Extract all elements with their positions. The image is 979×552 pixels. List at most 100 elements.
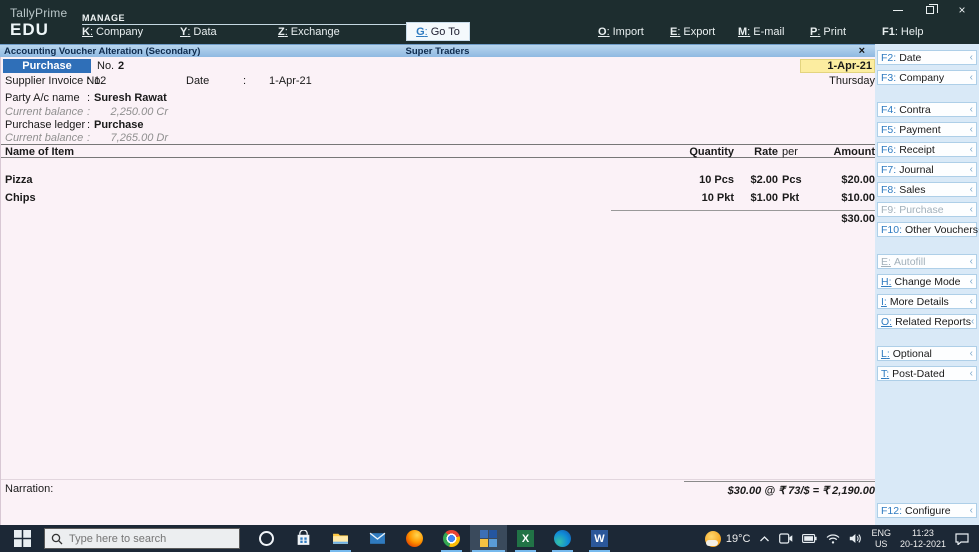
action-center-icon[interactable] (955, 532, 969, 545)
menu-item-export[interactable]: EExport (670, 26, 715, 38)
sidebar-button-f5-payment[interactable]: F5Payment‹ (877, 122, 977, 137)
chevron-left-icon: ‹ (969, 348, 973, 359)
menu-item-print[interactable]: PPrint (810, 26, 846, 38)
top-menu-bar: TallyPrime EDU MANAGE KCompany YData ZEx… (0, 0, 979, 44)
windows-taskbar: X W 19°C ENG US 11:23 20-12-2021 (0, 525, 979, 552)
voucher-type-button[interactable]: Purchase (3, 59, 91, 73)
sidebar-button-f7-journal[interactable]: F7Journal‹ (877, 162, 977, 177)
chevron-left-icon: ‹ (970, 316, 975, 327)
column-per: per (782, 146, 798, 158)
language-indicator[interactable]: ENG US (871, 528, 891, 549)
sidebar-button-optional[interactable]: LOptional‹ (877, 346, 977, 361)
menu-item-exchange[interactable]: ZExchange (278, 26, 340, 38)
store-icon (297, 530, 310, 545)
item-row[interactable]: Pizza 10 Pcs $2.00 Pcs $20.00 (1, 174, 876, 188)
file-explorer-button[interactable] (322, 525, 359, 552)
file-explorer-icon (333, 533, 348, 544)
item-row[interactable]: Chips 10 Pkt $1.00 Pkt $10.00 (1, 192, 876, 206)
search-input[interactable] (69, 532, 219, 545)
search-box[interactable] (44, 528, 240, 549)
restore-button[interactable] (921, 3, 939, 17)
chevron-left-icon: ‹ (969, 204, 973, 215)
battery-icon[interactable] (802, 534, 818, 543)
meet-now-icon[interactable] (779, 533, 793, 544)
sidebar-button-f4-contra[interactable]: F4Contra‹ (877, 102, 977, 117)
minimize-button[interactable] (889, 3, 907, 17)
word-button[interactable]: W (581, 525, 618, 552)
voucher-date-field[interactable]: 1-Apr-21 (800, 59, 875, 73)
purchase-ledger-value[interactable]: Purchase (94, 119, 144, 131)
chevron-left-icon: ‹ (969, 124, 973, 135)
menu-item-help[interactable]: F1Help (882, 26, 924, 38)
menu-item-company[interactable]: KCompany (82, 26, 143, 38)
menu-item-email[interactable]: ME-mail (738, 26, 784, 38)
menu-item-data[interactable]: YData (180, 26, 217, 38)
date-label: Date (186, 75, 210, 87)
item-per: Pkt (782, 192, 800, 204)
column-quantity: Quantity (689, 146, 734, 158)
store-button[interactable] (285, 525, 322, 552)
restore-icon (926, 4, 938, 14)
voucher-no-value[interactable]: 2 (118, 60, 124, 72)
item-quantity: 10 Pcs (699, 174, 734, 186)
chevron-left-icon: ‹ (969, 164, 973, 175)
sidebar-button-f10-other-vouchers[interactable]: F10Other Vouchers‹ (877, 222, 979, 237)
menu-item-import[interactable]: OImport (598, 26, 644, 38)
tally-button[interactable] (470, 525, 507, 552)
firefox-button[interactable] (396, 525, 433, 552)
item-rate: $1.00 (750, 192, 778, 204)
edge-button[interactable] (544, 525, 581, 552)
voucher-form: Purchase No. 2 1-Apr-21 Thursday Supplie… (0, 57, 876, 525)
ledger-balance-label: Current balance (5, 132, 84, 144)
hidden-icons-chevron-icon[interactable] (759, 535, 770, 543)
voucher-day: Thursday (829, 75, 875, 87)
sidebar-button-related-reports[interactable]: ORelated Reports‹ (877, 314, 977, 329)
mail-button[interactable] (359, 525, 396, 552)
cortana-button[interactable] (248, 525, 285, 552)
ledger-balance-value: 7,265.00 Dr (110, 132, 168, 144)
wifi-icon[interactable] (826, 533, 840, 544)
sidebar-button-f6-receipt[interactable]: F6Receipt‹ (877, 142, 977, 157)
party-account-value[interactable]: Suresh Rawat (94, 92, 167, 104)
chrome-button[interactable] (433, 525, 470, 552)
sidebar-button-f12-configure[interactable]: F12Configure‹ (877, 503, 977, 518)
item-table-header: Name of Item Quantity Rate per Amount (1, 144, 876, 158)
close-button[interactable]: × (953, 3, 971, 17)
date-value: 1-Apr-21 (269, 75, 312, 87)
system-tray: 19°C ENG US 11:23 20-12-2021 (704, 528, 979, 549)
menu-row: KCompany YData ZExchange GGo To OImport … (0, 22, 979, 42)
weather-icon (704, 530, 721, 547)
windows-start-icon (13, 530, 31, 547)
sidebar-button-autofill: EAutofill‹ (877, 254, 977, 269)
sidebar-button-post-dated[interactable]: TPost-Dated‹ (877, 366, 977, 381)
temperature: 19°C (725, 532, 751, 545)
excel-button[interactable]: X (507, 525, 544, 552)
colon (87, 119, 90, 131)
chevron-left-icon: ‹ (969, 184, 973, 195)
clock-time: 11:23 (912, 528, 934, 539)
narration-label[interactable]: Narration: (5, 483, 53, 495)
tally-icon (480, 530, 497, 547)
item-name: Chips (5, 192, 36, 204)
chevron-left-icon: ‹ (969, 368, 973, 379)
volume-icon[interactable] (849, 533, 862, 544)
sidebar-button-change-mode[interactable]: HChange Mode‹ (877, 274, 977, 289)
item-rate: $2.00 (750, 174, 778, 186)
sidebar-button-f2-date[interactable]: F2Date‹ (877, 50, 977, 65)
start-button[interactable] (0, 525, 44, 552)
manage-section-label: MANAGE (82, 13, 125, 23)
screen-close-icon[interactable]: × (859, 45, 865, 57)
supplier-invoice-value[interactable]: 12 (94, 75, 106, 87)
excel-icon: X (517, 530, 534, 547)
weather-widget[interactable]: 19°C (704, 530, 751, 547)
forex-divider (684, 481, 875, 482)
sidebar-button-f8-sales[interactable]: F8Sales‹ (877, 182, 977, 197)
sidebar-button-f3-company[interactable]: F3Company‹ (877, 70, 977, 85)
sidebar-button-more-details[interactable]: IMore Details‹ (877, 294, 977, 309)
clock-date: 20-12-2021 (899, 538, 946, 549)
clock[interactable]: 11:23 20-12-2021 (900, 528, 946, 549)
colon (87, 132, 90, 144)
purchase-ledger-label: Purchase ledger (5, 119, 86, 131)
goto-button[interactable]: GGo To (406, 22, 470, 41)
chevron-left-icon: ‹ (969, 72, 973, 83)
